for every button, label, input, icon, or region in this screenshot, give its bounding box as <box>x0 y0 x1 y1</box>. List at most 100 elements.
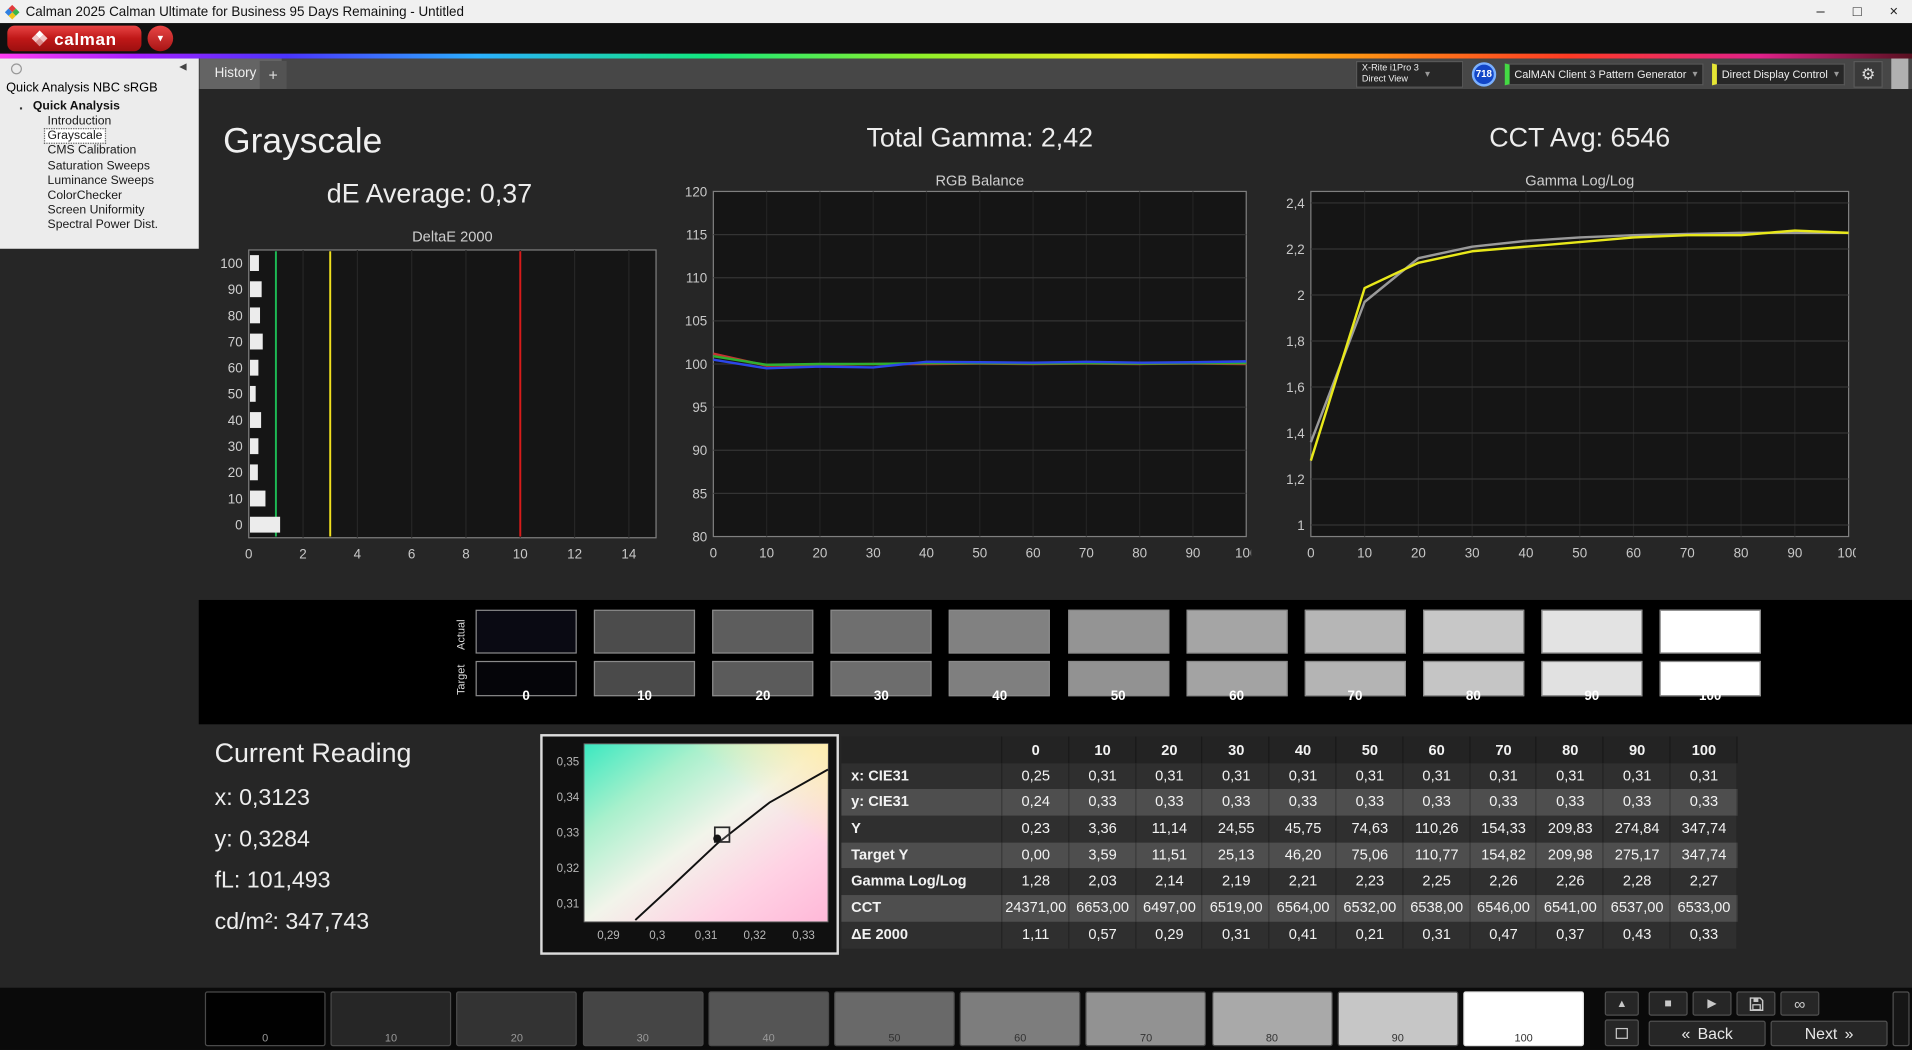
table-column-header: 60 <box>1403 737 1470 764</box>
play-icon: ▶ <box>1707 997 1716 1010</box>
table-cell: 0,33 <box>1136 789 1203 815</box>
sidebar-item-grayscale[interactable]: Grayscale <box>0 130 199 145</box>
sidebar-item-colorchecker[interactable]: ColorChecker <box>0 189 199 204</box>
app-icon <box>5 4 20 19</box>
table-cell: 2,19 <box>1203 869 1270 895</box>
sidebar-item-label: Luminance Sweeps <box>45 174 156 187</box>
table-cell: 25,13 <box>1203 842 1270 868</box>
actual-swatch-10 <box>594 610 695 654</box>
actual-swatch-60 <box>1186 610 1287 654</box>
pattern-button-100[interactable]: 100 <box>1463 991 1584 1046</box>
pattern-button-80[interactable]: 80 <box>1212 991 1333 1046</box>
sidebar-item-label: CMS Calibration <box>45 144 139 157</box>
pattern-button-label: 70 <box>1087 1032 1205 1044</box>
record-icon[interactable] <box>11 63 22 74</box>
corner-button[interactable] <box>1893 991 1910 1046</box>
svg-text:1,4: 1,4 <box>1286 426 1305 441</box>
settings-button[interactable]: ⚙ <box>1853 60 1882 87</box>
sidebar-item-saturation-sweeps[interactable]: Saturation Sweeps <box>0 159 199 174</box>
svg-text:60: 60 <box>1026 545 1041 560</box>
stop-button[interactable]: ■ <box>1649 991 1688 1015</box>
svg-text:30: 30 <box>228 439 243 454</box>
sidebar-item-luminance-sweeps[interactable]: Luminance Sweeps <box>0 174 199 189</box>
titlebar: Calman 2025 Calman Ultimate for Business… <box>0 0 1912 23</box>
meter-count-badge[interactable]: 718 <box>1472 62 1496 86</box>
table-cell: 45,75 <box>1270 816 1337 842</box>
svg-text:60: 60 <box>228 361 243 376</box>
add-tab-button[interactable]: + <box>260 61 287 89</box>
logo-menu-button[interactable]: ▾ <box>148 26 174 52</box>
table-cell: 275,17 <box>1604 842 1671 868</box>
svg-text:90: 90 <box>1787 545 1802 560</box>
reading-cdm2: cd/m²: 347,743 <box>215 910 370 937</box>
table-cell: 0,41 <box>1270 922 1337 948</box>
svg-text:100: 100 <box>220 256 242 271</box>
total-gamma-heading: Total Gamma: 2,42 <box>713 122 1246 154</box>
table-cell: 0,31 <box>1203 922 1270 948</box>
tree-root-quick-analysis[interactable]: ▪ Quick Analysis <box>0 99 199 115</box>
svg-text:0,3: 0,3 <box>649 930 665 942</box>
svg-text:70: 70 <box>1680 545 1695 560</box>
sidebar-item-introduction[interactable]: Introduction <box>0 115 199 130</box>
pattern-button-20[interactable]: 20 <box>457 991 578 1046</box>
tab-bar: History 1 + X-Rite i1Pro 3 Direct View ▾… <box>0 59 1912 89</box>
close-button[interactable]: × <box>1875 0 1912 23</box>
pattern-button-30[interactable]: 30 <box>582 991 703 1046</box>
tree-expand-icon[interactable]: ▪ <box>20 101 23 117</box>
table-cell: 154,33 <box>1470 816 1537 842</box>
table-column-header: 30 <box>1203 737 1270 764</box>
pattern-button-40[interactable]: 40 <box>708 991 829 1046</box>
table-cell: 0,31 <box>1069 763 1136 789</box>
calman-logo[interactable]: calman <box>7 26 141 52</box>
workflow-tree: IntroductionGrayscaleCMS Calibration Satu… <box>0 115 199 234</box>
back-button[interactable]: « Back <box>1649 1021 1766 1047</box>
pattern-button-50[interactable]: 50 <box>834 991 955 1046</box>
reading-x: x: 0,3123 <box>215 785 310 812</box>
table-column-header: 20 <box>1136 737 1203 764</box>
table-cell: 6532,00 <box>1336 895 1403 921</box>
table-column-header: 100 <box>1671 737 1738 764</box>
sidebar-item-cms-calibration[interactable]: CMS Calibration <box>0 144 199 159</box>
pattern-button-label: 80 <box>1213 1032 1331 1044</box>
svg-text:50: 50 <box>972 545 987 560</box>
pattern-up-button[interactable]: ▲ <box>1605 991 1639 1015</box>
svg-text:110: 110 <box>686 271 707 286</box>
table-cell: 74,63 <box>1336 816 1403 842</box>
svg-text:115: 115 <box>686 227 707 242</box>
meter-dropdown[interactable]: X-Rite i1Pro 3 Direct View ▾ <box>1356 60 1463 87</box>
table-row-label: Y <box>841 816 1002 842</box>
sidebar-item-screen-uniformity[interactable]: Screen Uniformity <box>0 204 199 219</box>
sidebar-item-label: ColorChecker <box>45 189 124 202</box>
pattern-button-90[interactable]: 90 <box>1337 991 1458 1046</box>
table-row-label: Target Y <box>841 842 1002 868</box>
collapse-sidebar-button[interactable]: ◄ <box>177 61 189 74</box>
minimize-button[interactable]: – <box>1802 0 1839 23</box>
panel-toggle-button[interactable] <box>1891 59 1908 89</box>
swatch-step-label: 80 <box>1423 689 1524 704</box>
pattern-button-label: 20 <box>458 1032 576 1044</box>
display-control-dropdown[interactable]: Direct Display Control ▾ <box>1712 63 1845 85</box>
actual-swatch-100 <box>1660 610 1761 654</box>
table-cell: 0,33 <box>1671 789 1738 815</box>
swatch-step-label: 50 <box>1068 689 1169 704</box>
next-button[interactable]: Next » <box>1771 1021 1888 1047</box>
pattern-button-60[interactable]: 60 <box>960 991 1081 1046</box>
svg-text:2,2: 2,2 <box>1286 242 1305 257</box>
loop-button[interactable]: ∞ <box>1780 991 1819 1015</box>
sidebar-item-spectral-power-dist-[interactable]: Spectral Power Dist. <box>0 219 199 234</box>
pattern-button-10[interactable]: 10 <box>331 991 452 1046</box>
svg-text:0: 0 <box>710 545 717 560</box>
pattern-button-70[interactable]: 70 <box>1086 991 1207 1046</box>
maximize-button[interactable]: □ <box>1839 0 1876 23</box>
table-cell: 2,25 <box>1403 869 1470 895</box>
play-button[interactable]: ▶ <box>1693 991 1732 1015</box>
table-column-header <box>841 737 1002 764</box>
table-cell: 0,33 <box>1537 789 1604 815</box>
pattern-window-button[interactable] <box>1605 1019 1639 1046</box>
table-column-header: 0 <box>1002 737 1069 764</box>
pattern-button-0[interactable]: 0 <box>205 991 326 1046</box>
save-button[interactable] <box>1736 991 1775 1015</box>
chevron-down-icon: ▾ <box>1692 68 1697 79</box>
pattern-generator-dropdown[interactable]: CalMAN Client 3 Pattern Generator ▾ <box>1505 63 1704 85</box>
svg-text:0,31: 0,31 <box>695 930 718 942</box>
